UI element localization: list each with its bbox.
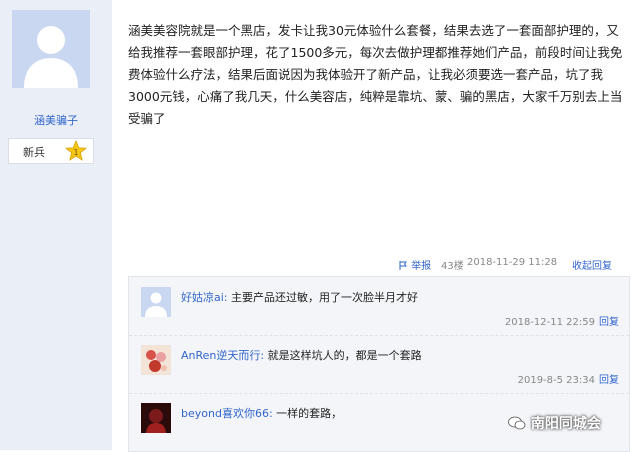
watermark-text: 南阳同城会 (530, 416, 601, 432)
author-name[interactable]: 涵美骗子 (0, 112, 112, 128)
post-timestamp: 2018-11-29 11:28 (467, 257, 558, 268)
report-flag-icon (399, 261, 407, 270)
comment-time: 2019-8-5 23:34 (517, 375, 595, 386)
comment-meta: 2019-8-5 23:34 回复 (518, 371, 619, 386)
collapse-replies-link[interactable]: 收起回复 (572, 257, 612, 272)
comment-time: 2018-12-11 22:59 (504, 317, 595, 328)
post-meta: 举报 43楼 2018-11-29 11:28 收起回复 (128, 256, 628, 272)
wechat-icon (508, 416, 526, 430)
comment-item: AnRen逆天而行: 就是这样坑人的，都是一个套路 2019-8-5 23:34… (129, 335, 629, 394)
rank-label: 新兵 (23, 146, 45, 159)
comment-line: AnRen逆天而行: 就是这样坑人的，都是一个套路 (181, 347, 422, 363)
report-link[interactable]: 举报 (399, 257, 431, 272)
comment-meta: 2018-12-11 22:59 回复 (505, 313, 619, 328)
comment-reply-link[interactable]: 回复 (599, 317, 619, 328)
comment-item: 好姑凉ai: 主要产品还过敏，用了一次脸半月才好 2018-12-11 22:5… (129, 277, 629, 336)
comment-text: 一样的套路， (272, 407, 343, 420)
rank-badge: 新兵 1 (8, 138, 94, 164)
post-content: 涵美美容院就是一个黑店，发卡让我30元体验什么套餐，结果去选了一套面部护理的，又… (128, 23, 623, 126)
comment-reply-link[interactable]: 回复 (599, 375, 619, 386)
author-avatar[interactable] (12, 10, 90, 88)
comment-line: beyond喜欢你66: 一样的套路， (181, 405, 342, 421)
comment-user[interactable]: beyond喜欢你66: (181, 407, 273, 420)
author-sidebar: 涵美骗子 新兵 1 (0, 0, 112, 450)
comment-avatar[interactable] (141, 287, 171, 317)
comment-user[interactable]: 好姑凉ai: (181, 291, 228, 304)
floor-number: 43楼 (441, 261, 464, 272)
watermark: 南阳同城会 (508, 413, 601, 433)
comment-text: 主要产品还过敏，用了一次脸半月才好 (227, 291, 419, 304)
comment-text: 就是这样坑人的，都是一个套路 (264, 349, 422, 362)
comment-avatar[interactable] (141, 345, 171, 375)
rank-level: 1 (73, 148, 78, 157)
report-label: 举报 (411, 261, 432, 272)
comment-line: 好姑凉ai: 主要产品还过敏，用了一次脸半月才好 (181, 289, 418, 305)
comment-user[interactable]: AnRen逆天而行: (181, 349, 264, 362)
rank-star-icon: 1 (65, 140, 87, 161)
comment-avatar[interactable] (141, 403, 171, 433)
